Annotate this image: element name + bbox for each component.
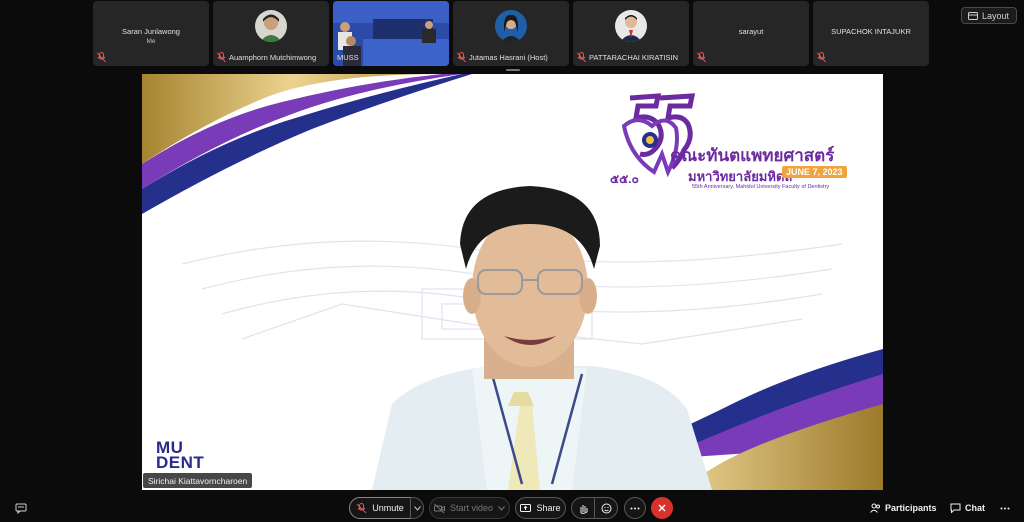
mic-muted-icon (817, 52, 826, 63)
control-bar: Unmute Start video Share Participants Ch… (0, 494, 1024, 522)
overflow-menu-button[interactable] (1000, 497, 1010, 519)
emoji-icon (601, 503, 611, 513)
participant-tile[interactable]: PATTARACHAI KIRATISIN (573, 1, 689, 66)
main-video: คณะทันตแพทยศาสตร์ มหาวิทยาลัยมหิดล JUNE … (142, 74, 883, 490)
layout-label: Layout (981, 10, 1009, 21)
participant-tile[interactable]: Saran Junlawong Me (93, 1, 209, 66)
event-date-badge: JUNE 7, 2023 (782, 166, 847, 178)
meeting-window: Saran Junlawong Me Auamphorn Mutchimwong (0, 0, 1024, 522)
chevron-down-icon (498, 505, 505, 511)
active-speaker-label: Sirichai Kiattavorncharoen (143, 473, 253, 488)
mic-muted-icon (356, 502, 367, 513)
participant-name: MUSS (337, 53, 359, 62)
start-video-button[interactable]: Start video (429, 497, 510, 519)
chat-label: Chat (965, 503, 985, 513)
reactions-button[interactable] (594, 497, 618, 519)
participant-tile[interactable]: Jutamas Hasrani (Host) (453, 1, 569, 66)
captions-icon[interactable] (15, 502, 27, 514)
share-label: Share (536, 503, 561, 513)
more-icon (1000, 507, 1010, 509)
raise-hand-button[interactable] (571, 497, 595, 519)
chevron-down-icon (413, 505, 421, 511)
participant-tile[interactable]: Auamphorn Mutchimwong (213, 1, 329, 66)
anniversary-logo: คณะทันตแพทยศาสตร์ มหาวิทยาลัยมหิดล JUNE … (610, 88, 850, 190)
participant-tile[interactable]: MUSS (333, 1, 449, 66)
mic-muted-icon (697, 52, 706, 63)
unmute-button[interactable]: Unmute (349, 497, 411, 519)
participant-tile[interactable]: SUPACHOK INTAJUKR (813, 1, 929, 66)
participants-label: Participants (885, 503, 937, 513)
anniversary-subtitle: 55th Anniversary, Mahidol University Fac… (692, 184, 830, 190)
avatar (495, 10, 527, 42)
mic-muted-icon (97, 52, 106, 63)
chat-icon (950, 503, 961, 513)
end-call-button[interactable] (651, 497, 673, 519)
mudent-logo: MU DENT (156, 438, 205, 472)
unmute-label: Unmute (372, 503, 404, 513)
video-off-icon (433, 503, 445, 513)
start-video-label: Start video (449, 503, 494, 513)
participant-me-label: Me (146, 38, 156, 45)
share-screen-icon (520, 503, 532, 512)
speaker-figure (372, 186, 712, 490)
more-options-button[interactable] (624, 497, 646, 519)
strip-resize-handle[interactable] (506, 69, 520, 71)
thai-number: ๕๕.๐ (610, 172, 639, 186)
audio-options-button[interactable] (410, 497, 424, 519)
share-button[interactable]: Share (515, 497, 566, 519)
layout-icon (967, 11, 978, 20)
participant-name: Jutamas Hasrani (Host) (469, 53, 548, 62)
more-icon (630, 507, 640, 509)
hand-icon (580, 504, 587, 514)
participant-name: Saran Junlawong (122, 27, 180, 36)
layout-button[interactable]: Layout (960, 7, 1017, 24)
participants-button[interactable]: Participants (870, 497, 937, 519)
participant-name: Auamphorn Mutchimwong (229, 53, 317, 62)
close-icon (658, 504, 666, 512)
participant-name: SUPACHOK INTAJUKR (831, 27, 911, 36)
participant-strip: Saran Junlawong Me Auamphorn Mutchimwong (93, 1, 929, 67)
avatar (255, 10, 287, 42)
participant-name: PATTARACHAI KIRATISIN (589, 53, 679, 62)
faculty-name-thai: คณะทันตแพทยศาสตร์ (670, 146, 835, 165)
avatar (615, 10, 647, 42)
participants-icon (870, 503, 880, 513)
participant-tile[interactable]: sarayut (693, 1, 809, 66)
chat-button[interactable]: Chat (950, 497, 985, 519)
participant-name: sarayut (738, 27, 764, 36)
